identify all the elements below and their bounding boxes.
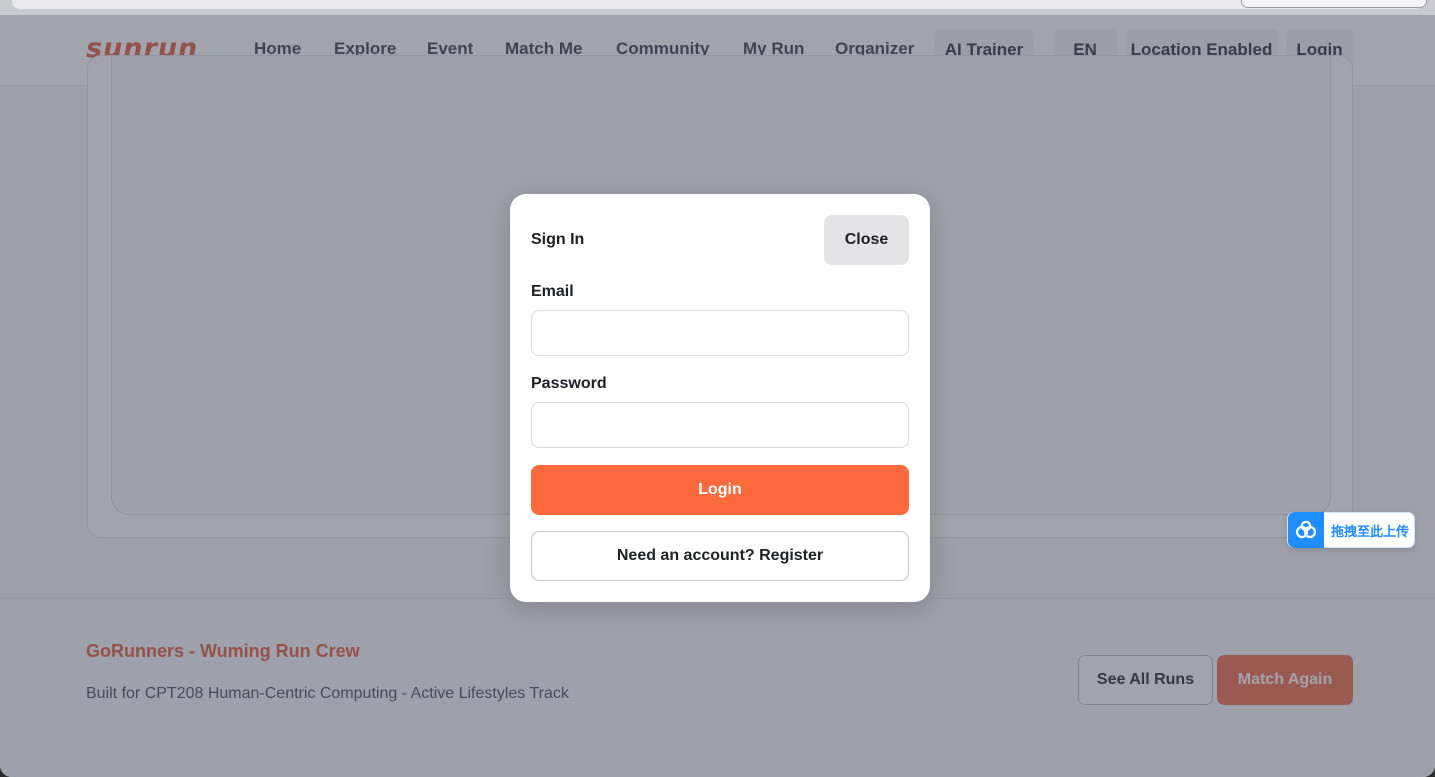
register-button[interactable]: Need an account? Register <box>531 531 909 581</box>
close-button[interactable]: Close <box>824 215 909 265</box>
sign-in-modal: Sign In Close Email Password Login Need … <box>510 194 930 602</box>
browser-chrome <box>0 0 1435 15</box>
email-field[interactable] <box>531 310 909 356</box>
password-label: Password <box>531 375 607 392</box>
modal-title: Sign In <box>531 231 585 248</box>
upload-widget[interactable]: 拖拽至此上传 <box>1287 512 1415 548</box>
upload-widget-label: 拖拽至此上传 <box>1331 524 1410 540</box>
app-window: sunrun Home Explore Event Match Me Commu… <box>0 15 1435 777</box>
login-button[interactable]: Login <box>531 465 909 515</box>
cloud-upload-icon <box>1288 512 1324 548</box>
email-label: Email <box>531 283 574 300</box>
browser-address-pill[interactable] <box>1241 0 1427 8</box>
browser-tab-strip <box>12 0 1423 9</box>
password-field[interactable] <box>531 402 909 448</box>
